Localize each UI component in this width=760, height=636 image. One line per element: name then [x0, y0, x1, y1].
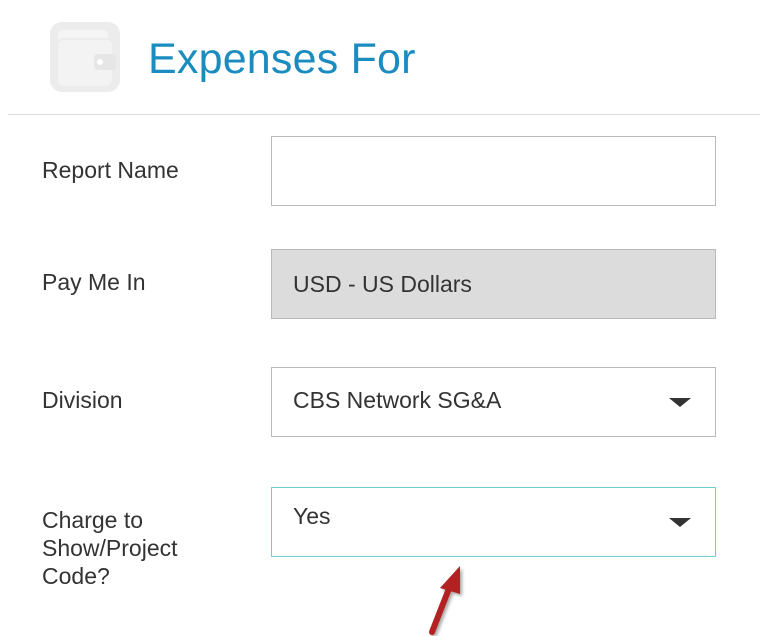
- pay-me-in-field: USD - US Dollars: [271, 249, 716, 319]
- report-name-label: Report Name: [42, 157, 179, 183]
- chevron-down-icon: [669, 518, 691, 527]
- header-divider: [8, 114, 760, 115]
- expense-report-form-page: Expenses For Report Name Pay Me In USD -…: [0, 0, 760, 636]
- pay-me-in-value: USD - US Dollars: [293, 270, 472, 297]
- division-select[interactable]: CBS Network SG&A: [271, 367, 716, 437]
- division-label: Division: [42, 387, 123, 413]
- pay-me-in-label: Pay Me In: [42, 269, 146, 295]
- charge-to-show-label-line-1: Charge to: [42, 507, 144, 533]
- report-name-input[interactable]: [272, 137, 715, 205]
- report-name-field[interactable]: [271, 136, 716, 206]
- wallet-icon: [48, 20, 122, 94]
- chevron-down-icon: [669, 398, 691, 407]
- charge-to-show-label: Charge to Show/Project Code?: [42, 506, 178, 590]
- annotation-arrow-icon: [420, 560, 480, 636]
- page-title: Expenses For: [148, 35, 416, 83]
- charge-to-show-select[interactable]: Yes: [271, 487, 716, 557]
- charge-to-show-selected-value: Yes: [293, 502, 331, 529]
- division-selected-value: CBS Network SG&A: [293, 386, 502, 413]
- charge-to-show-label-line-2: Show/Project: [42, 535, 178, 561]
- charge-to-show-label-line-3: Code?: [42, 563, 110, 589]
- page-header: Expenses For: [0, 0, 760, 114]
